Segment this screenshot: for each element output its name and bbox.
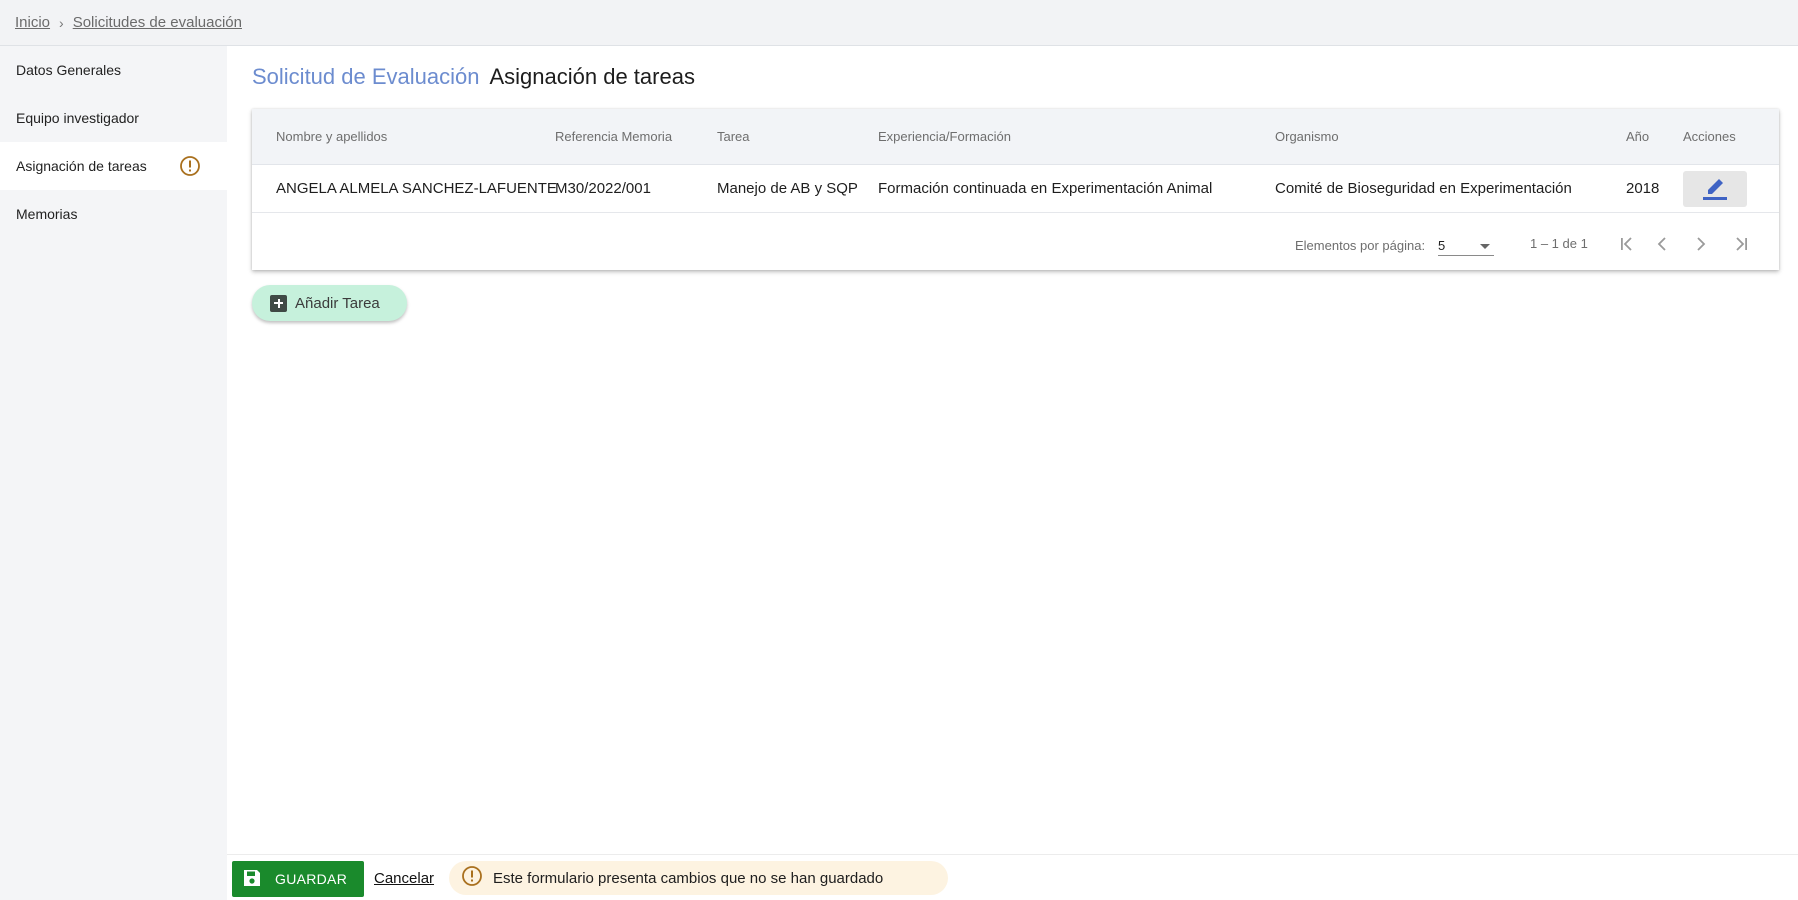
table-row: ANGELA ALMELA SANCHEZ-LAFUENTE M30/2022/… [252, 165, 1779, 213]
form-footer: GUARDAR Cancelar Este formulario present… [227, 854, 1798, 900]
sidebar-item-datos-generales[interactable]: Datos Generales [0, 46, 227, 94]
save-button[interactable]: GUARDAR [232, 861, 364, 897]
unsaved-message: Este formulario presenta cambios que no … [493, 869, 884, 887]
sidebar: Datos Generales Equipo investigador Asig… [0, 46, 227, 900]
edit-row-button[interactable] [1683, 171, 1747, 207]
cell-referencia: M30/2022/001 [555, 180, 651, 197]
breadcrumb-link-inicio[interactable]: Inicio [15, 14, 50, 31]
unsaved-changes-notice: Este formulario presenta cambios que no … [449, 861, 948, 895]
page-size-value: 5 [1438, 238, 1446, 253]
page-title-section: Asignación de tareas [489, 64, 695, 89]
page-range: 1 – 1 de 1 [1530, 236, 1588, 251]
caret-down-icon [1480, 244, 1490, 249]
add-task-label: Añadir Tarea [295, 294, 380, 312]
sidebar-item-label: Memorias [16, 206, 78, 222]
breadcrumb-link-solicitudes[interactable]: Solicitudes de evaluación [73, 14, 242, 31]
cancel-link[interactable]: Cancelar [374, 870, 434, 887]
cell-tarea: Manejo de AB y SQP [717, 180, 858, 197]
first-page-icon [1621, 237, 1632, 251]
next-page-button[interactable] [1687, 230, 1715, 258]
previous-page-button[interactable] [1648, 230, 1676, 258]
sidebar-item-label: Equipo investigador [16, 110, 139, 126]
page-size-label: Elementos por página: [1295, 238, 1426, 253]
page-size-select[interactable]: 5 [1438, 234, 1494, 256]
last-page-button[interactable] [1727, 230, 1755, 258]
plus-icon [270, 294, 287, 312]
cell-organismo: Comité de Bioseguridad en Experimentació… [1275, 180, 1572, 197]
chevron-right-icon [1697, 237, 1706, 251]
warning-icon [461, 865, 483, 891]
paginator: Elementos por página: 5 1 – 1 de 1 [252, 214, 1779, 270]
column-header-nombre[interactable]: Nombre y apellidos [276, 129, 387, 144]
breadcrumb: Inicio › Solicitudes de evaluación [0, 0, 1798, 46]
floppy-disk-icon [242, 868, 262, 891]
table-header: Nombre y apellidos Referencia Memoria Ta… [252, 109, 1779, 165]
cell-anio: 2018 [1626, 180, 1660, 197]
sidebar-item-equipo-investigador[interactable]: Equipo investigador [0, 94, 227, 142]
cell-nombre: ANGELA ALMELA SANCHEZ-LAFUENTE [276, 180, 557, 197]
chevron-right-icon: › [59, 14, 64, 31]
column-header-referencia[interactable]: Referencia Memoria [555, 129, 672, 144]
column-header-acciones: Acciones [1683, 129, 1736, 144]
warning-icon [179, 155, 201, 180]
chevron-left-icon [1657, 237, 1666, 251]
page-title: Solicitud de Evaluación Asignación de ta… [252, 64, 695, 90]
add-task-button[interactable]: Añadir Tarea [252, 285, 407, 321]
page-title-prefix: Solicitud de Evaluación [252, 64, 480, 89]
sidebar-item-asignacion-tareas[interactable]: Asignación de tareas [0, 142, 227, 190]
column-header-tarea[interactable]: Tarea [717, 129, 750, 144]
main-content: Solicitud de Evaluación Asignación de ta… [227, 46, 1798, 854]
sidebar-item-label: Datos Generales [16, 62, 122, 78]
save-label: GUARDAR [275, 871, 348, 887]
column-header-organismo[interactable]: Organismo [1275, 129, 1339, 144]
first-page-button[interactable] [1613, 230, 1641, 258]
edit-icon [1702, 173, 1728, 205]
column-header-anio[interactable]: Año [1626, 129, 1649, 144]
sidebar-item-label: Asignación de tareas [16, 158, 147, 174]
tasks-table: Nombre y apellidos Referencia Memoria Ta… [252, 109, 1779, 270]
cell-experiencia: Formación continuada en Experimentación … [878, 180, 1213, 197]
last-page-icon [1736, 237, 1747, 251]
column-header-experiencia[interactable]: Experiencia/Formación [878, 129, 1011, 144]
sidebar-item-memorias[interactable]: Memorias [0, 190, 227, 238]
